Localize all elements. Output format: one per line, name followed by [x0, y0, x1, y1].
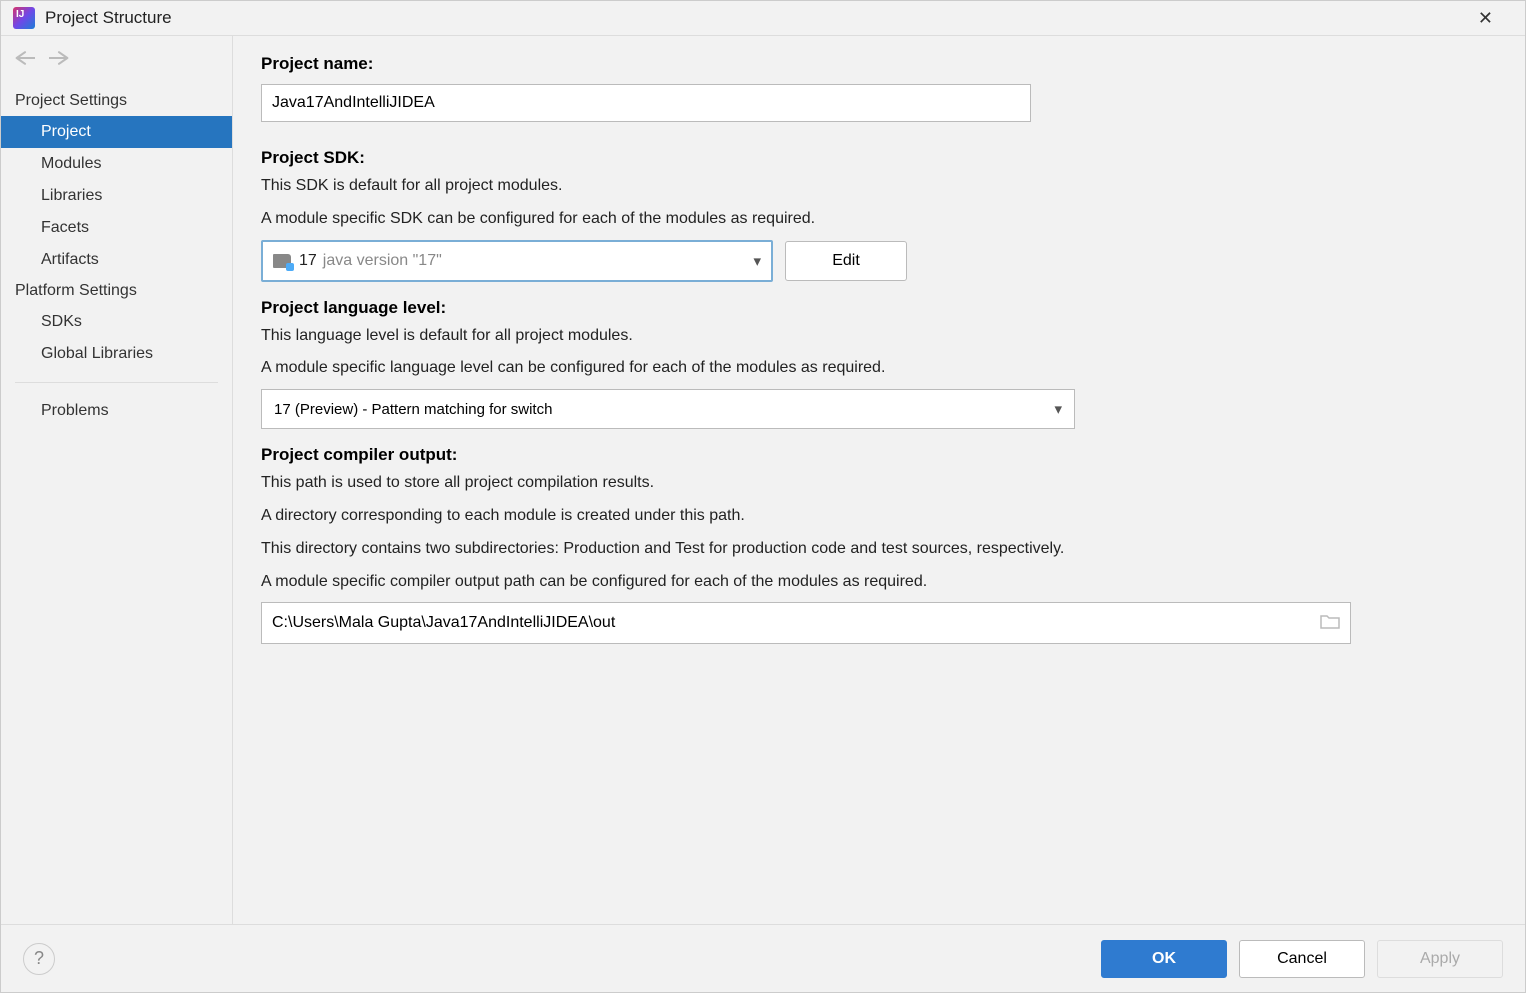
help-button[interactable]: ? [23, 943, 55, 975]
compiler-output-label: Project compiler output: [261, 445, 1489, 465]
sidebar-item-libraries[interactable]: Libraries [1, 180, 232, 212]
out-desc3: This directory contains two subdirectori… [261, 537, 1489, 562]
lang-desc1: This language level is default for all p… [261, 324, 1489, 349]
project-sdk-label: Project SDK: [261, 148, 1489, 168]
chevron-down-icon: ▾ [1054, 400, 1062, 418]
project-name-label: Project name: [261, 54, 1489, 74]
window-title: Project Structure [45, 8, 1478, 28]
out-desc4: A module specific compiler output path c… [261, 570, 1489, 595]
sidebar-item-problems[interactable]: Problems [1, 395, 232, 427]
sidebar-item-sdks[interactable]: SDKs [1, 306, 232, 338]
sidebar: Project Settings Project Modules Librari… [1, 36, 233, 924]
sdk-main-label: 17 [299, 252, 317, 270]
sidebar-section-platform-settings: Platform Settings [1, 276, 232, 306]
sdk-select[interactable]: 17 java version "17" ▾ [261, 240, 773, 282]
close-icon[interactable]: ✕ [1478, 8, 1493, 29]
sidebar-item-facets[interactable]: Facets [1, 212, 232, 244]
compiler-output-input[interactable] [272, 614, 1320, 632]
forward-icon[interactable] [49, 50, 69, 70]
sidebar-item-global-libraries[interactable]: Global Libraries [1, 338, 232, 370]
language-level-value: 17 (Preview) - Pattern matching for swit… [274, 401, 552, 418]
out-desc2: A directory corresponding to each module… [261, 504, 1489, 529]
cancel-button[interactable]: Cancel [1239, 940, 1365, 978]
intellij-icon [13, 7, 35, 29]
sdk-desc2: A module specific SDK can be configured … [261, 207, 1489, 232]
folder-sdk-icon [273, 254, 291, 268]
main-area: Project Settings Project Modules Librari… [1, 36, 1525, 924]
sidebar-section-project-settings: Project Settings [1, 86, 232, 116]
lang-desc2: A module specific language level can be … [261, 356, 1489, 381]
browse-folder-icon[interactable] [1320, 613, 1340, 633]
titlebar: Project Structure ✕ [1, 1, 1525, 36]
language-level-select[interactable]: 17 (Preview) - Pattern matching for swit… [261, 389, 1075, 429]
sidebar-item-artifacts[interactable]: Artifacts [1, 244, 232, 276]
sdk-version-label: java version "17" [323, 252, 442, 270]
content: Project name: Project SDK: This SDK is d… [233, 36, 1525, 924]
chevron-down-icon: ▾ [753, 252, 761, 270]
edit-button[interactable]: Edit [785, 241, 907, 281]
sidebar-item-modules[interactable]: Modules [1, 148, 232, 180]
project-name-input[interactable] [261, 84, 1031, 122]
sdk-desc1: This SDK is default for all project modu… [261, 174, 1489, 199]
footer: ? OK Cancel Apply [1, 924, 1525, 992]
sidebar-divider [15, 382, 218, 383]
out-desc1: This path is used to store all project c… [261, 471, 1489, 496]
back-icon[interactable] [15, 50, 35, 70]
compiler-output-row [261, 602, 1351, 644]
ok-button[interactable]: OK [1101, 940, 1227, 978]
language-level-label: Project language level: [261, 298, 1489, 318]
apply-button: Apply [1377, 940, 1503, 978]
sidebar-item-project[interactable]: Project [1, 116, 232, 148]
